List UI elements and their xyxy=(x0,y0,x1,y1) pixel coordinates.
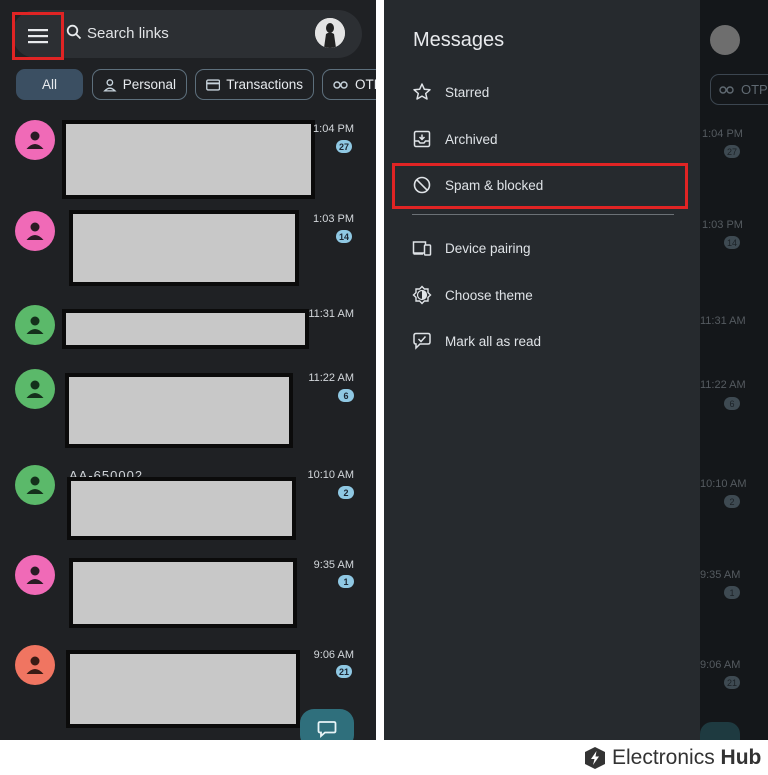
chip-label: Personal xyxy=(122,77,176,92)
message-time: 9:06 AM xyxy=(700,659,741,671)
unread-count-badge: 2 xyxy=(338,486,354,499)
unread-count-badge: 6 xyxy=(724,397,740,410)
chip-label: Transactions xyxy=(226,77,303,92)
chat-bubble-icon xyxy=(317,721,337,738)
mark-read-icon xyxy=(413,332,431,350)
start-chat-button xyxy=(700,722,740,740)
key-icon xyxy=(719,85,734,94)
brand-name: Electronics Hub xyxy=(612,746,761,770)
contact-avatar[interactable] xyxy=(15,555,55,595)
chip-label: OTP xyxy=(355,77,376,92)
chip-otp[interactable]: OTP xyxy=(322,69,376,100)
message-time: 9:35 AM xyxy=(313,559,354,571)
unread-count-badge: 14 xyxy=(724,236,740,249)
message-time: 1:03 PM xyxy=(313,213,354,225)
screenshot-composite: Search links All Personal Transactions O… xyxy=(0,0,768,775)
brand-name-light: Electronics xyxy=(612,746,715,769)
menu-item-label: Archived xyxy=(445,131,498,147)
message-time: 11:22 AM xyxy=(308,372,354,384)
brand-watermark: Electronics Hub xyxy=(584,746,761,770)
unread-count-badge: 21 xyxy=(336,665,352,678)
contact-avatar[interactable] xyxy=(15,305,55,345)
theme-icon xyxy=(412,285,432,305)
person-icon xyxy=(26,476,44,494)
brand-name-bold: Hub xyxy=(720,746,762,769)
person-icon xyxy=(103,78,117,92)
person-icon xyxy=(26,566,44,584)
star-icon xyxy=(413,83,431,100)
archive-icon xyxy=(413,130,431,148)
person-icon xyxy=(26,131,44,149)
contact-avatar[interactable] xyxy=(15,645,55,685)
menu-item-archived[interactable]: Archived xyxy=(412,127,498,151)
unread-count-badge: 1 xyxy=(724,586,740,599)
redacted-message-preview[interactable] xyxy=(66,650,300,728)
redacted-message-preview[interactable] xyxy=(65,373,293,448)
message-time: 11:22 AM xyxy=(700,379,746,391)
unread-count-badge: 14 xyxy=(336,230,352,243)
contact-avatar[interactable] xyxy=(15,120,55,160)
redacted-message-preview[interactable] xyxy=(62,309,309,349)
chip-all[interactable]: All xyxy=(16,69,83,100)
menu-item-label: Mark all as read xyxy=(445,333,542,349)
key-icon xyxy=(333,80,348,89)
redacted-message-preview[interactable] xyxy=(67,477,296,540)
menu-button[interactable] xyxy=(12,12,64,60)
navigation-drawer-screen: OTP 1:04 PM 27 1:03 PM 14 11:31 AM 11:22… xyxy=(384,0,768,740)
hamburger-icon xyxy=(28,29,48,44)
person-icon xyxy=(26,380,44,398)
menu-item-device-pairing[interactable]: Device pairing xyxy=(412,236,531,260)
message-time: 10:10 AM xyxy=(307,469,354,481)
contact-avatar[interactable] xyxy=(15,465,55,505)
chip-transactions[interactable]: Transactions xyxy=(195,69,314,100)
menu-item-mark-all-read[interactable]: Mark all as read xyxy=(412,329,541,353)
unread-count-badge: 27 xyxy=(724,145,740,158)
navigation-drawer: Messages Starred Archived Spam & blocked… xyxy=(384,0,700,740)
search-icon xyxy=(66,24,82,40)
account-avatar xyxy=(710,25,740,55)
message-time: 1:04 PM xyxy=(313,123,354,135)
menu-item-label: Starred xyxy=(445,84,490,100)
menu-divider xyxy=(412,214,674,215)
message-time: 9:06 AM xyxy=(313,649,354,661)
chip-label: All xyxy=(41,77,57,92)
redacted-message-preview[interactable] xyxy=(62,120,315,199)
account-avatar[interactable] xyxy=(315,18,345,48)
search-input[interactable]: Search links xyxy=(87,25,169,42)
chip-otp: OTP xyxy=(710,74,768,105)
person-icon xyxy=(26,656,44,674)
search-bar[interactable] xyxy=(12,10,362,58)
unread-count-badge: 21 xyxy=(724,676,740,689)
unread-count-badge: 2 xyxy=(724,495,740,508)
message-time: 11:31 AM xyxy=(700,315,746,327)
contact-avatar[interactable] xyxy=(15,211,55,251)
message-time: 10:10 AM xyxy=(700,478,747,490)
chip-label: OTP xyxy=(741,82,768,97)
redacted-message-preview[interactable] xyxy=(69,210,299,286)
message-time: 9:35 AM xyxy=(700,569,741,581)
unread-count-badge: 6 xyxy=(338,389,354,402)
message-time: 1:04 PM xyxy=(702,128,743,140)
menu-item-starred[interactable]: Starred xyxy=(412,80,489,104)
menu-item-label: Choose theme xyxy=(445,287,533,303)
electronicshub-logo-icon xyxy=(585,747,605,769)
message-time: 1:03 PM xyxy=(702,219,743,231)
start-chat-button[interactable] xyxy=(300,709,354,740)
menu-item-choose-theme[interactable]: Choose theme xyxy=(412,283,533,307)
devices-icon xyxy=(412,241,432,256)
person-icon xyxy=(26,222,44,240)
menu-item-label: Device pairing xyxy=(445,240,531,256)
highlight-box xyxy=(392,163,688,209)
chip-personal[interactable]: Personal xyxy=(92,69,187,100)
drawer-title: Messages xyxy=(413,29,505,51)
unread-count-badge: 27 xyxy=(336,140,352,153)
message-time: 11:31 AM xyxy=(308,308,354,320)
messages-list-screen: Search links All Personal Transactions O… xyxy=(0,0,376,740)
card-icon xyxy=(206,78,221,91)
profile-photo-icon xyxy=(315,18,345,48)
contact-avatar[interactable] xyxy=(15,369,55,409)
unread-count-badge: 1 xyxy=(338,575,354,588)
redacted-message-preview[interactable] xyxy=(69,558,297,628)
person-icon xyxy=(26,316,44,334)
